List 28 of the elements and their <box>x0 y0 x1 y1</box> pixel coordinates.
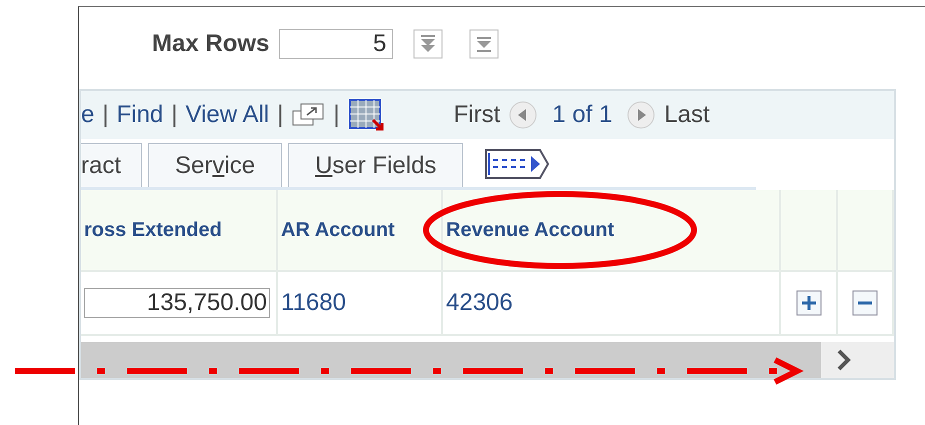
next-icon[interactable] <box>626 100 656 130</box>
gross-extended-field[interactable]: 135,750.00 <box>84 288 270 318</box>
separator: | <box>102 101 109 129</box>
tab[interactable]: User Fields <box>288 143 464 187</box>
tab[interactable]: ract <box>81 143 142 187</box>
separator: | <box>333 101 340 129</box>
spreadsheet-icon[interactable] <box>348 98 384 132</box>
previous-icon[interactable] <box>508 100 538 130</box>
max-rows-label: Max Rows <box>152 30 270 58</box>
tab[interactable]: Service <box>148 143 282 187</box>
last-label: Last <box>664 101 710 129</box>
separator: | <box>171 101 178 129</box>
max-rows-field[interactable]: 5 <box>279 29 394 59</box>
toolbar-link[interactable]: Find <box>116 101 164 129</box>
column-header: AR Account <box>278 190 443 272</box>
table-cell: 11680 <box>278 272 443 336</box>
toolbar-link[interactable]: View All <box>186 101 270 129</box>
delete-row-icon[interactable] <box>852 290 878 316</box>
page-counter: 1 of 1 <box>552 101 612 129</box>
first-label: First <box>454 101 500 129</box>
toolbar-link[interactable]: e <box>81 101 94 129</box>
separator: | <box>277 101 284 129</box>
add-row-icon[interactable] <box>796 290 822 316</box>
scrollbar-thumb[interactable] <box>81 342 821 378</box>
table-cell: 42306 <box>443 272 781 336</box>
collapse-icon[interactable] <box>469 29 500 59</box>
column-header: ross Extended <box>81 190 278 272</box>
collapse-all-icon[interactable] <box>413 29 444 59</box>
